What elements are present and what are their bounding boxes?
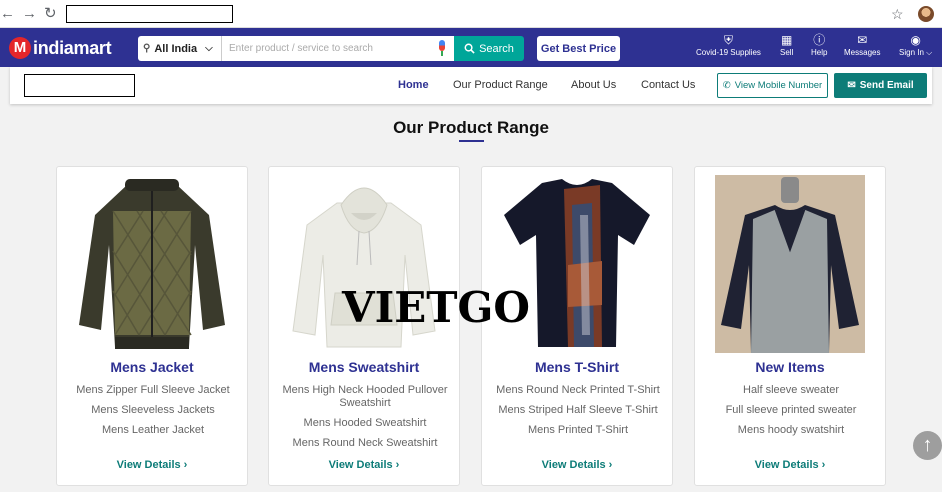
card-link[interactable]: Mens High Neck Hooded Pullover Sweatshir… bbox=[277, 384, 453, 410]
view-mobile-number-button[interactable]: ✆ View Mobile Number bbox=[717, 73, 828, 98]
view-details-link[interactable]: View Details › bbox=[695, 459, 885, 471]
search-input[interactable] bbox=[222, 36, 454, 61]
nav-product-range[interactable]: Our Product Range bbox=[453, 79, 548, 91]
jacket-image[interactable] bbox=[77, 175, 227, 353]
covid-supplies-link[interactable]: ⛨ Covid-19 Supplies bbox=[696, 32, 761, 57]
nav-contact-us[interactable]: Contact Us bbox=[641, 79, 695, 91]
browser-toolbar: ← → ↻ ☆ bbox=[0, 0, 942, 28]
sign-in-label: Sign In ⌵ bbox=[899, 48, 933, 57]
sell-label: Sell bbox=[780, 48, 794, 57]
search-button[interactable]: Search bbox=[454, 36, 524, 61]
messages-link[interactable]: ✉ Messages bbox=[844, 32, 880, 57]
card-link[interactable]: Mens Printed T-Shirt bbox=[490, 424, 666, 437]
messages-label: Messages bbox=[844, 48, 881, 57]
forward-icon[interactable]: → bbox=[22, 6, 37, 22]
help-label: Help bbox=[811, 48, 828, 57]
covid-supplies-label: Covid-19 Supplies bbox=[696, 48, 761, 57]
card-link[interactable]: Mens Striped Half Sleeve T-Shirt bbox=[490, 404, 666, 417]
product-card-new-items[interactable]: New Items Half sleeve sweater Full sleev… bbox=[694, 166, 886, 486]
location-select[interactable]: ⚲ All India ⌵ bbox=[138, 36, 222, 61]
profile-avatar[interactable] bbox=[918, 6, 934, 22]
card-title[interactable]: New Items bbox=[695, 359, 885, 375]
get-best-price-button[interactable]: Get Best Price bbox=[537, 36, 620, 61]
nav-about-us[interactable]: About Us bbox=[571, 79, 616, 91]
card-link[interactable]: Mens Round Neck Sweatshirt bbox=[277, 437, 453, 450]
sweater-image[interactable] bbox=[715, 175, 865, 353]
help-link[interactable]: ⓘ Help bbox=[811, 32, 827, 57]
product-card-jacket[interactable]: Mens Jacket Mens Zipper Full Sleeve Jack… bbox=[56, 166, 248, 486]
send-email-label: Send Email bbox=[859, 80, 914, 91]
sign-in-link[interactable]: ◉ Sign In ⌵ bbox=[899, 32, 932, 58]
card-link[interactable]: Mens hoody swatshirt bbox=[703, 424, 879, 437]
messages-icon: ✉ bbox=[857, 33, 868, 47]
card-link[interactable]: Full sleeve printed sweater bbox=[703, 404, 879, 417]
arrow-up-icon: ↑ bbox=[922, 434, 933, 456]
card-link[interactable]: Mens Hooded Sweatshirt bbox=[277, 417, 453, 430]
watermark: VIETGO bbox=[342, 283, 530, 332]
card-link[interactable]: Mens Sleeveless Jackets bbox=[65, 404, 241, 417]
user-icon: ◉ bbox=[910, 33, 921, 47]
reload-icon[interactable]: ↻ bbox=[44, 6, 57, 22]
title-underline bbox=[459, 140, 484, 142]
shield-plus-icon: ⛨ bbox=[723, 33, 733, 47]
scroll-to-top-button[interactable]: ↑ bbox=[913, 431, 942, 460]
view-mobile-label: View Mobile Number bbox=[734, 80, 823, 91]
card-link[interactable]: Mens Leather Jacket bbox=[65, 424, 241, 437]
card-title[interactable]: Mens Jacket bbox=[57, 359, 247, 375]
company-nav: Home Our Product Range About Us Contact … bbox=[10, 67, 932, 104]
card-link[interactable]: Mens Round Neck Printed T-Shirt bbox=[490, 384, 666, 397]
chevron-down-icon: ⌵ bbox=[205, 43, 213, 54]
view-details-link[interactable]: View Details › bbox=[269, 459, 459, 471]
nav-home[interactable]: Home bbox=[398, 79, 429, 91]
bookmark-star-icon[interactable]: ☆ bbox=[891, 6, 904, 23]
help-icon: ⓘ bbox=[813, 33, 826, 47]
microphone-icon[interactable] bbox=[437, 40, 447, 57]
site-header: M indiamart ⚲ All India ⌵ Search Get Bes… bbox=[0, 28, 942, 67]
send-email-button[interactable]: ✉ Send Email bbox=[834, 73, 927, 98]
card-link[interactable]: Half sleeve sweater bbox=[703, 384, 879, 397]
view-details-link[interactable]: View Details › bbox=[57, 459, 247, 471]
store-icon: ▦ bbox=[781, 33, 793, 47]
back-icon[interactable]: ← bbox=[0, 6, 15, 22]
logo-badge: M bbox=[9, 37, 31, 59]
company-name-box[interactable] bbox=[24, 74, 135, 97]
indiamart-logo[interactable]: M indiamart bbox=[9, 35, 112, 61]
search-button-label: Search bbox=[479, 42, 514, 55]
phone-icon: ✆ bbox=[722, 80, 731, 91]
card-title[interactable]: Mens Sweatshirt bbox=[269, 359, 459, 375]
address-bar[interactable] bbox=[66, 5, 233, 23]
card-link[interactable]: Mens Zipper Full Sleeve Jacket bbox=[65, 384, 241, 397]
search-bar: ⚲ All India ⌵ Search bbox=[138, 36, 524, 61]
envelope-icon: ✉ bbox=[847, 80, 856, 91]
search-icon bbox=[464, 43, 475, 54]
location-value: All India bbox=[154, 42, 198, 55]
logo-text: indiamart bbox=[33, 37, 112, 58]
card-title[interactable]: Mens T-Shirt bbox=[482, 359, 672, 375]
section-title: Our Product Range bbox=[393, 118, 549, 137]
location-pin-icon: ⚲ bbox=[143, 43, 151, 54]
view-details-link[interactable]: View Details › bbox=[482, 459, 672, 471]
sell-link[interactable]: ▦ Sell bbox=[780, 32, 793, 57]
